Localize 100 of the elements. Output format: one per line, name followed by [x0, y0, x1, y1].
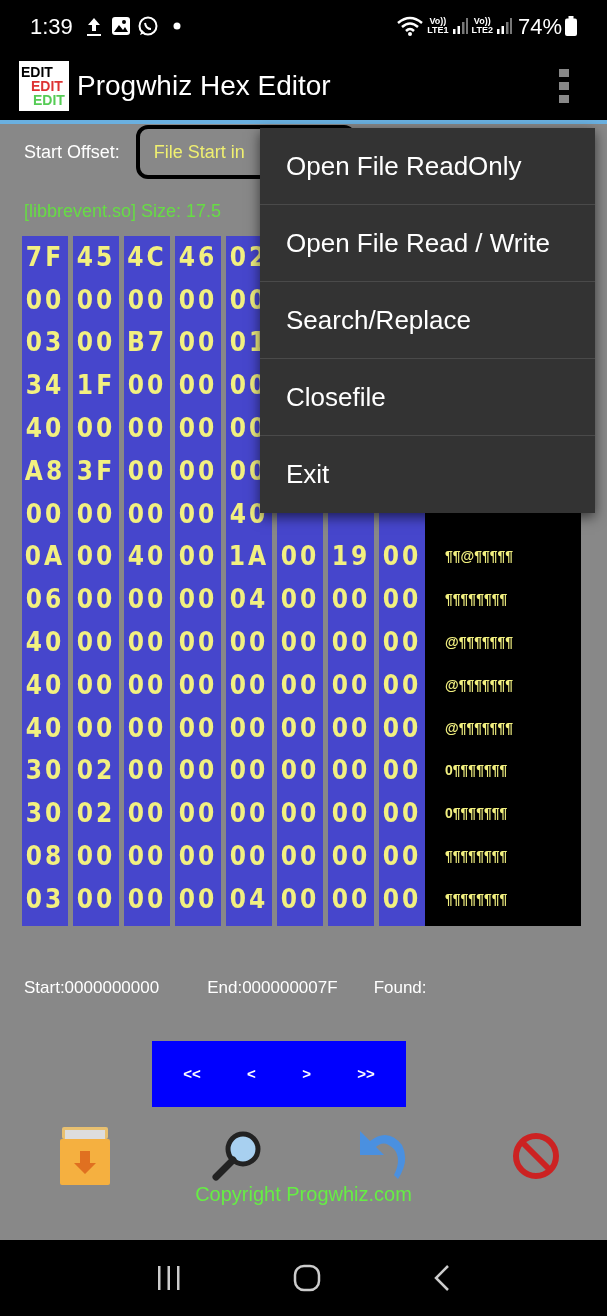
hex-byte[interactable]: 00: [328, 663, 374, 707]
hex-byte[interactable]: 19: [328, 535, 374, 579]
hex-byte[interactable]: 00: [328, 877, 374, 921]
hex-byte[interactable]: 1A: [226, 535, 272, 579]
hex-byte[interactable]: 00: [73, 535, 119, 579]
page-button[interactable]: <<: [177, 1052, 207, 1096]
hex-byte[interactable]: 00: [175, 706, 221, 750]
hex-byte[interactable]: 00: [328, 835, 374, 878]
hex-byte[interactable]: 03: [22, 321, 68, 365]
hex-byte[interactable]: 00: [22, 278, 68, 322]
hex-byte[interactable]: 4C: [124, 236, 170, 279]
hex-byte[interactable]: 34: [22, 364, 68, 408]
hex-byte[interactable]: 04: [226, 578, 272, 622]
hex-byte[interactable]: 00: [73, 492, 119, 536]
hex-byte[interactable]: 00: [277, 835, 323, 878]
hex-byte[interactable]: 40: [22, 663, 68, 707]
hex-byte[interactable]: 00: [277, 706, 323, 750]
hex-byte[interactable]: 00: [226, 792, 272, 836]
hex-byte[interactable]: 00: [73, 278, 119, 322]
hex-byte[interactable]: 30: [22, 792, 68, 836]
hex-byte[interactable]: 00: [175, 749, 221, 793]
hex-byte[interactable]: 00: [175, 835, 221, 878]
hex-byte[interactable]: 00: [277, 535, 323, 579]
overflow-menu-icon[interactable]: [559, 69, 569, 103]
hex-byte[interactable]: 40: [22, 407, 68, 450]
hex-byte[interactable]: 00: [73, 578, 119, 622]
hex-byte[interactable]: 00: [328, 706, 374, 750]
menu-item[interactable]: Open File ReadOnly: [260, 128, 595, 205]
hex-byte[interactable]: 00: [328, 749, 374, 793]
hex-byte[interactable]: 40: [124, 535, 170, 579]
hex-byte[interactable]: A8: [22, 450, 68, 493]
hex-byte[interactable]: 00: [175, 535, 221, 579]
recent-apps-icon[interactable]: [155, 1265, 182, 1291]
hex-byte[interactable]: 00: [379, 663, 425, 707]
hex-byte[interactable]: 00: [73, 321, 119, 365]
hex-byte[interactable]: 00: [277, 792, 323, 836]
search-icon[interactable]: [212, 1130, 262, 1182]
hex-byte[interactable]: 02: [73, 749, 119, 793]
hex-byte[interactable]: 00: [379, 578, 425, 622]
page-button[interactable]: >: [296, 1052, 317, 1096]
hex-byte[interactable]: 00: [124, 792, 170, 836]
menu-item[interactable]: Open File Read / Write: [260, 205, 595, 282]
hex-byte[interactable]: 00: [73, 877, 119, 921]
hex-byte[interactable]: 00: [124, 492, 170, 536]
hex-byte[interactable]: 06: [22, 578, 68, 622]
hex-byte[interactable]: 00: [379, 835, 425, 878]
page-button[interactable]: >>: [351, 1052, 381, 1096]
hex-byte[interactable]: 00: [73, 706, 119, 750]
hex-byte[interactable]: 00: [226, 835, 272, 878]
home-icon[interactable]: [293, 1264, 322, 1292]
hex-byte[interactable]: 40: [22, 706, 68, 750]
hex-byte[interactable]: 00: [277, 621, 323, 664]
hex-byte[interactable]: 00: [175, 450, 221, 493]
hex-byte[interactable]: 00: [124, 621, 170, 664]
hex-byte[interactable]: 00: [277, 877, 323, 921]
hex-byte[interactable]: 00: [73, 835, 119, 878]
menu-item[interactable]: Exit: [260, 436, 595, 513]
hex-byte[interactable]: 00: [73, 663, 119, 707]
hex-byte[interactable]: 00: [175, 792, 221, 836]
hex-byte[interactable]: 00: [226, 663, 272, 707]
hex-byte[interactable]: 00: [175, 278, 221, 322]
hex-byte[interactable]: 00: [379, 706, 425, 750]
hex-byte[interactable]: 04: [226, 877, 272, 921]
hex-byte[interactable]: 02: [73, 792, 119, 836]
hex-byte[interactable]: 00: [73, 621, 119, 664]
hex-byte[interactable]: 7F: [22, 236, 68, 279]
hex-byte[interactable]: 00: [22, 492, 68, 536]
hex-byte[interactable]: 46: [175, 236, 221, 279]
hex-byte[interactable]: 00: [175, 407, 221, 450]
hex-byte[interactable]: 00: [124, 749, 170, 793]
hex-byte[interactable]: 00: [124, 278, 170, 322]
hex-byte[interactable]: 00: [328, 578, 374, 622]
back-icon[interactable]: [433, 1264, 452, 1292]
menu-item[interactable]: Search/Replace: [260, 282, 595, 359]
hex-byte[interactable]: 00: [73, 407, 119, 450]
hex-byte[interactable]: 00: [379, 535, 425, 579]
page-button[interactable]: <: [241, 1052, 262, 1096]
hex-byte[interactable]: 08: [22, 835, 68, 878]
hex-byte[interactable]: 3F: [73, 450, 119, 493]
hex-byte[interactable]: 0A: [22, 535, 68, 579]
hex-byte[interactable]: 00: [379, 792, 425, 836]
hex-byte[interactable]: 00: [124, 364, 170, 408]
hex-byte[interactable]: 00: [328, 621, 374, 664]
hex-byte[interactable]: 00: [226, 749, 272, 793]
hex-byte[interactable]: 03: [22, 877, 68, 921]
hex-byte[interactable]: 00: [328, 792, 374, 836]
hex-byte[interactable]: 00: [379, 877, 425, 921]
hex-byte[interactable]: 00: [379, 749, 425, 793]
hex-byte[interactable]: 00: [175, 663, 221, 707]
hex-byte[interactable]: 00: [277, 663, 323, 707]
hex-byte[interactable]: 00: [124, 663, 170, 707]
hex-byte[interactable]: 00: [226, 706, 272, 750]
hex-byte[interactable]: 00: [124, 877, 170, 921]
hex-byte[interactable]: 00: [175, 877, 221, 921]
hex-byte[interactable]: 00: [175, 621, 221, 664]
hex-byte[interactable]: 00: [175, 364, 221, 408]
hex-byte[interactable]: 45: [73, 236, 119, 279]
hex-byte[interactable]: 00: [175, 492, 221, 536]
hex-byte[interactable]: 00: [175, 321, 221, 365]
hex-byte[interactable]: 40: [22, 621, 68, 664]
